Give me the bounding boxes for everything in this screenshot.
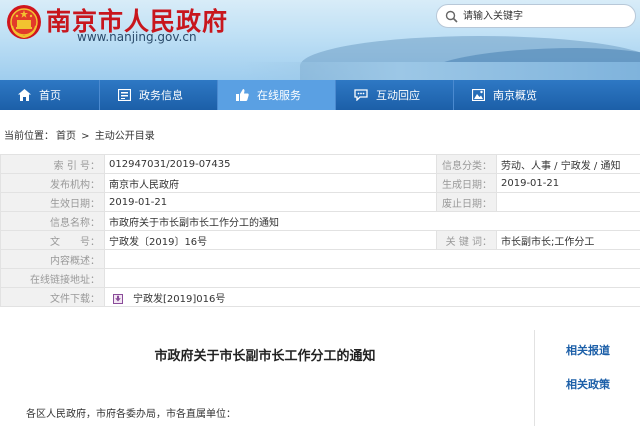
category-value: 劳动、人事 / 宁政发 / 通知 — [496, 154, 640, 174]
breadcrumb-separator: > — [78, 131, 93, 142]
article-title: 市政府关于市长副市长工作分工的通知 — [154, 349, 376, 364]
keywords-label: 关 键 词： — [436, 230, 497, 250]
breadcrumb-home-link[interactable]: 首页 — [56, 131, 76, 142]
doc-number-value: 宁政发〔2019〕16号 — [104, 230, 437, 250]
chat-icon — [354, 89, 368, 101]
document-metadata-table: 索 引 号： 012947031/2019-07435 信息分类： 劳动、人事 … — [0, 154, 640, 307]
file-download-cell: 宁政发[2019]016号 — [104, 287, 640, 307]
file-download-label: 文件下载： — [0, 287, 105, 307]
nav-item-label: 政务信息 — [139, 89, 183, 102]
repeal-date-value — [496, 192, 640, 212]
table-row: 生效日期： 2019-01-21 废止日期： — [0, 192, 640, 212]
issuer-value: 南京市人民政府 — [104, 173, 437, 193]
issuer-label: 发布机构： — [0, 173, 105, 193]
info-name-value: 市政府关于市长副市长工作分工的通知 — [104, 211, 640, 231]
table-row: 内容概述： — [0, 249, 640, 269]
file-download-link[interactable]: 宁政发[2019]016号 — [133, 294, 225, 305]
search-input[interactable] — [463, 8, 628, 24]
table-row: 发布机构： 南京市人民政府 生成日期： 2019-01-21 — [0, 173, 640, 193]
home-icon — [18, 89, 31, 101]
summary-label: 内容概述： — [0, 249, 105, 269]
doc-number-label: 文 号： — [0, 230, 105, 250]
article-greeting: 各区人民政府，市府各委办局，市各直属单位： — [26, 409, 236, 420]
repeal-date-label: 废止日期： — [436, 192, 497, 212]
main-nav: 首页 政务信息 在线服务 互动回应 南京概览 — [0, 80, 640, 110]
keywords-value: 市长副市长;工作分工 — [496, 230, 640, 250]
overview-icon — [472, 89, 485, 101]
table-row: 文件下载： 宁政发[2019]016号 — [0, 287, 640, 307]
info-name-label: 信息名称： — [0, 211, 105, 231]
breadcrumb-current-link[interactable]: 主动公开目录 — [95, 131, 155, 142]
created-date-label: 生成日期： — [436, 173, 497, 193]
table-row: 信息名称： 市政府关于市长副市长工作分工的通知 — [0, 211, 640, 231]
online-link-value — [104, 268, 640, 288]
nav-item-label: 南京概览 — [493, 89, 537, 102]
nav-item-label: 互动回应 — [376, 89, 420, 102]
search-box[interactable] — [436, 4, 636, 28]
breadcrumb: 当前位置： 首页 > 主动公开目录 — [4, 127, 157, 142]
nav-item-label: 首页 — [39, 89, 61, 102]
related-reports-link[interactable]: 相关报道 — [566, 342, 610, 358]
index-label: 索 引 号： — [0, 154, 105, 174]
search-icon[interactable] — [445, 10, 458, 23]
table-row: 索 引 号： 012947031/2019-07435 信息分类： 劳动、人事 … — [0, 154, 640, 174]
table-row: 文 号： 宁政发〔2019〕16号 关 键 词： 市长副市长;工作分工 — [0, 230, 640, 250]
effective-date-value: 2019-01-21 — [104, 192, 437, 212]
summary-value — [104, 249, 640, 269]
category-label: 信息分类： — [436, 154, 497, 174]
related-policies-link[interactable]: 相关政策 — [566, 376, 610, 392]
nav-item-home[interactable]: 首页 — [0, 80, 100, 110]
sidebar-divider — [534, 330, 535, 426]
table-row: 在线链接地址： — [0, 268, 640, 288]
index-value: 012947031/2019-07435 — [104, 154, 437, 174]
info-icon — [118, 89, 131, 101]
header-banner-water — [240, 62, 640, 80]
nav-item-gov-info[interactable]: 政务信息 — [100, 80, 218, 110]
created-date-value: 2019-01-21 — [496, 173, 640, 193]
online-link-label: 在线链接地址： — [0, 268, 105, 288]
site-header: 南京市人民政府 www.nanjing.gov.cn — [0, 0, 640, 80]
nav-item-interaction[interactable]: 互动回应 — [336, 80, 454, 110]
thumbs-up-icon — [236, 89, 249, 101]
nav-item-overview[interactable]: 南京概览 — [454, 80, 572, 110]
national-emblem-icon — [7, 5, 41, 39]
nav-item-label: 在线服务 — [257, 89, 301, 102]
effective-date-label: 生效日期： — [0, 192, 105, 212]
site-url[interactable]: www.nanjing.gov.cn — [77, 30, 197, 44]
nav-item-online-service[interactable]: 在线服务 — [218, 80, 336, 110]
breadcrumb-prefix: 当前位置： — [4, 131, 54, 142]
download-icon[interactable] — [113, 293, 123, 304]
